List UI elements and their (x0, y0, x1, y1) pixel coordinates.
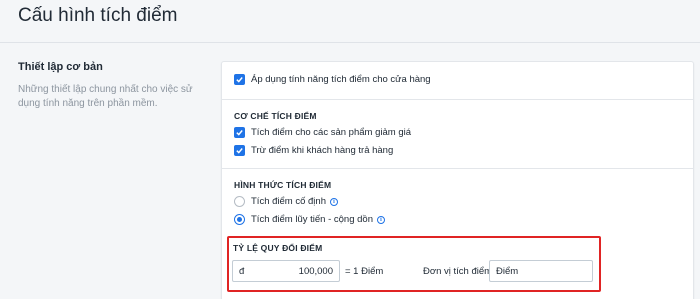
discount-label: Tích điểm cho các sản phẩm giảm giá (251, 127, 411, 138)
method-option-cumulative[interactable]: Tích điểm lũy tiến - cộng dồn i (234, 214, 385, 225)
cumulative-radio[interactable] (234, 214, 245, 225)
apply-label: Áp dụng tính năng tích điểm cho cửa hàng (251, 74, 431, 85)
equals-label: = 1 Điểm (345, 266, 384, 277)
method-option-fixed[interactable]: Tích điểm cố định i (234, 196, 338, 207)
header-divider (0, 42, 700, 43)
rate-heading: TỶ LỆ QUY ĐỔI ĐIỂM (233, 243, 323, 253)
mechanism-section: CƠ CHẾ TÍCH ĐIỂM Tích điểm cho các sản p… (222, 100, 693, 169)
currency-prefix: đ (239, 265, 245, 277)
fixed-radio[interactable] (234, 196, 245, 207)
page-title: Cấu hình tích điểm (18, 5, 178, 26)
apply-checkbox[interactable] (234, 74, 245, 85)
unit-label: Đơn vị tích điểm (423, 266, 493, 277)
mechanism-option-discount[interactable]: Tích điểm cho các sản phẩm giảm giá (234, 127, 411, 138)
info-icon[interactable]: i (376, 215, 385, 224)
unit-input[interactable]: Điểm (489, 260, 593, 282)
method-section: HÌNH THỨC TÍCH ĐIỂM Tích điểm cố định i … (222, 169, 693, 238)
mechanism-heading: CƠ CHẾ TÍCH ĐIỂM (234, 111, 317, 121)
fixed-label: Tích điểm cố định (251, 196, 326, 207)
rate-amount-value: 100,000 (298, 265, 333, 277)
section-title: Thiết lập cơ bản (18, 61, 103, 73)
apply-section: Áp dụng tính năng tích điểm cho cửa hàng (222, 62, 693, 100)
checkmark-icon (236, 148, 243, 154)
checkmark-icon (236, 77, 243, 83)
return-checkbox[interactable] (234, 145, 245, 156)
return-label: Trừ điểm khi khách hàng trả hàng (251, 145, 394, 156)
rate-amount-input[interactable]: đ 100,000 (232, 260, 340, 282)
apply-checkbox-row[interactable]: Áp dụng tính năng tích điểm cho cửa hàng (234, 74, 431, 85)
info-icon[interactable]: i (329, 197, 338, 206)
checkmark-icon (236, 130, 243, 136)
unit-value: Điểm (496, 265, 519, 277)
section-description: Những thiết lập chung nhất cho việc sử d… (18, 84, 193, 109)
mechanism-option-return[interactable]: Trừ điểm khi khách hàng trả hàng (234, 145, 393, 156)
discount-checkbox[interactable] (234, 127, 245, 138)
cumulative-label: Tích điểm lũy tiến - cộng dồn (251, 214, 373, 225)
method-heading: HÌNH THỨC TÍCH ĐIỂM (234, 180, 332, 190)
